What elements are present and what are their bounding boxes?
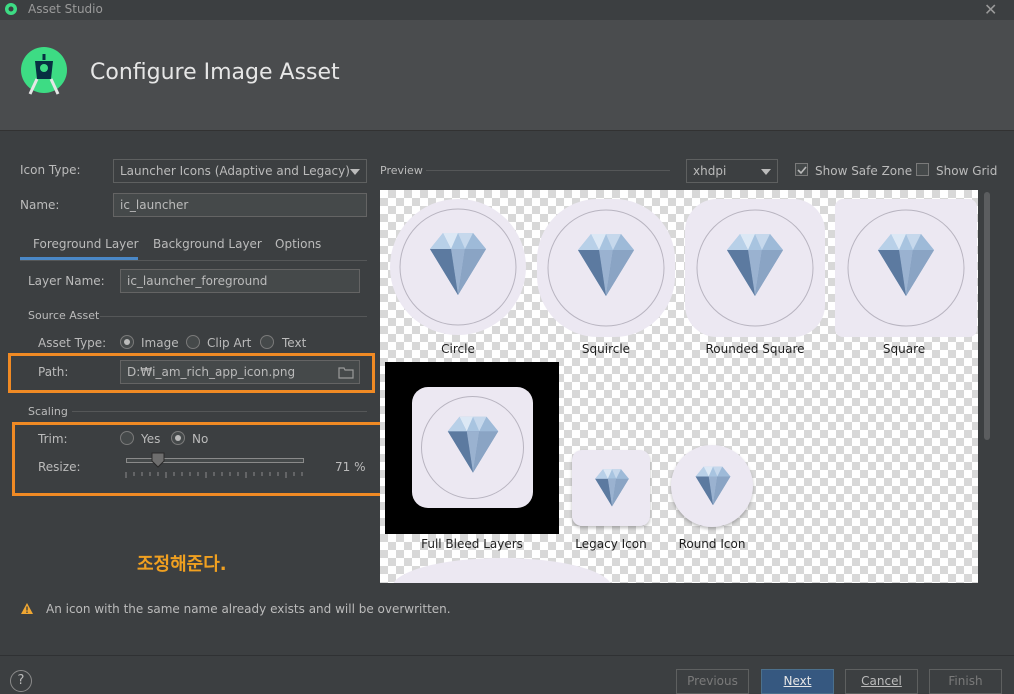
icon-type-dropdown[interactable]: Launcher Icons (Adaptive and Legacy) — [113, 159, 367, 183]
diamond-icon — [408, 211, 508, 311]
android-studio-icon — [5, 3, 17, 15]
previous-button[interactable]: Previous — [676, 669, 749, 694]
folder-icon[interactable] — [338, 365, 354, 379]
footer-divider — [0, 655, 1014, 656]
preview-label: Preview — [380, 164, 423, 177]
preview-legacy-icon — [572, 450, 650, 526]
preview-full-bleed-layers — [385, 362, 559, 534]
finish-button[interactable]: Finish — [929, 669, 1002, 694]
asset-type-text-label: Text — [282, 336, 307, 350]
diamond-icon — [705, 212, 805, 312]
trim-label: Trim: — [38, 432, 68, 446]
preview-canvas: Circle Squircle Rounded Square Square Fu… — [380, 190, 978, 583]
name-input[interactable]: ic_launcher — [113, 193, 367, 217]
icon-type-label: Icon Type: — [20, 163, 81, 177]
warning-icon — [21, 603, 33, 614]
path-value: D:₩i_am_rich_app_icon.png — [127, 365, 296, 379]
diamond-icon — [556, 212, 656, 312]
preview-label-circle: Circle — [441, 342, 475, 356]
preview-circle — [390, 199, 526, 335]
preview-scrollbar-thumb[interactable] — [984, 192, 990, 440]
android-studio-logo — [21, 47, 67, 95]
scaling-divider — [72, 411, 367, 412]
preview-next-row-shape — [392, 558, 612, 583]
resize-label: Resize: — [38, 460, 81, 474]
scaling-label: Scaling — [28, 405, 68, 418]
chevron-down-icon — [350, 169, 360, 175]
asset-type-label: Asset Type: — [38, 336, 107, 350]
layer-name-input[interactable]: ic_launcher_foreground — [120, 269, 360, 293]
header: Configure Image Asset — [0, 20, 1014, 131]
preview-round-icon — [671, 445, 753, 527]
preview-squircle — [537, 199, 675, 337]
show-safe-zone-checkbox[interactable] — [795, 163, 808, 176]
chevron-down-icon — [761, 169, 771, 175]
resize-slider-thumb[interactable] — [151, 452, 165, 468]
show-safe-zone-label: Show Safe Zone — [815, 164, 913, 178]
page-title: Configure Image Asset — [90, 60, 340, 85]
tab-background-layer[interactable]: Background Layer — [153, 237, 262, 251]
checkmark-icon — [797, 166, 807, 175]
preview-label-round-icon: Round Icon — [678, 537, 746, 551]
trim-no-radio[interactable] — [171, 431, 185, 445]
diamond-icon — [856, 212, 956, 312]
preview-label-full-bleed-layers: Full Bleed Layers — [421, 537, 523, 551]
preview-label-rounded-square: Rounded Square — [705, 342, 805, 356]
preview-square — [835, 199, 977, 337]
diamond-icon — [428, 397, 518, 487]
show-grid-checkbox[interactable] — [916, 163, 929, 176]
preview-divider — [426, 170, 670, 171]
window-title: Asset Studio — [28, 2, 103, 16]
layer-name-label: Layer Name: — [28, 274, 105, 288]
asset-type-text-radio[interactable] — [260, 335, 274, 349]
help-button[interactable]: ? — [10, 670, 32, 692]
trim-no-label: No — [192, 432, 209, 446]
preview-label-squircle: Squircle — [581, 342, 631, 356]
source-asset-divider — [100, 316, 367, 317]
asset-type-image-radio[interactable] — [120, 335, 134, 349]
diamond-icon — [682, 453, 744, 515]
show-grid-label: Show Grid — [936, 164, 998, 178]
preview-label-legacy-icon: Legacy Icon — [575, 537, 647, 551]
path-input[interactable]: D:₩i_am_rich_app_icon.png — [120, 360, 360, 384]
density-value: xhdpi — [693, 164, 727, 178]
asset-type-clipart-label: Clip Art — [207, 336, 252, 350]
diamond-icon — [582, 456, 642, 516]
full-bleed-tile — [412, 387, 533, 508]
tab-foreground-layer[interactable]: Foreground Layer — [33, 237, 139, 251]
resize-value: 71 % — [335, 460, 366, 474]
resize-slider-ticks — [125, 472, 303, 478]
cancel-button[interactable]: Cancel — [845, 669, 918, 694]
annotation-text: 조정해준다. — [137, 554, 227, 575]
close-icon[interactable]: ✕ — [984, 0, 997, 19]
source-asset-label: Source Asset — [28, 309, 100, 322]
tab-options[interactable]: Options — [275, 237, 321, 251]
path-label: Path: — [38, 365, 69, 379]
warning-text: An icon with the same name already exist… — [46, 602, 451, 616]
name-label: Name: — [20, 198, 60, 212]
tab-divider — [20, 260, 367, 261]
next-button[interactable]: Next — [761, 669, 834, 694]
trim-yes-radio[interactable] — [120, 431, 134, 445]
preview-label-square: Square — [882, 342, 926, 356]
asset-type-image-label: Image — [141, 336, 179, 350]
preview-rounded-square — [685, 199, 825, 337]
title-bar: Asset Studio ✕ — [0, 0, 1014, 20]
help-icon: ? — [17, 673, 25, 688]
asset-type-clipart-radio[interactable] — [186, 335, 200, 349]
trim-yes-label: Yes — [141, 432, 161, 446]
icon-type-value: Launcher Icons (Adaptive and Legacy) — [120, 164, 350, 178]
density-dropdown[interactable]: xhdpi — [686, 159, 778, 183]
